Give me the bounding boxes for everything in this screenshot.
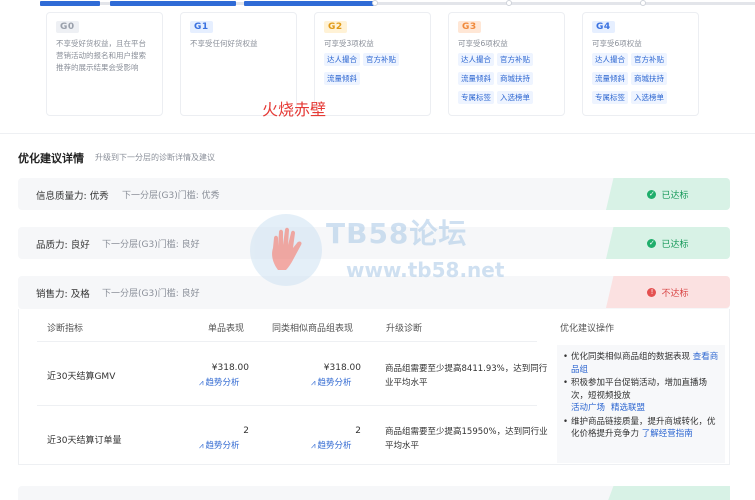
watermark-url: www.tb58.net <box>346 258 505 282</box>
advice-item: 优化同类相似商品组的数据表现 查看商品组 <box>563 351 719 376</box>
check-circle-icon: ✓ <box>647 189 657 199</box>
trend-chart-icon: ⩘ <box>199 441 204 450</box>
single-value: 2 <box>243 426 249 436</box>
progress-segment <box>110 1 236 6</box>
trend-link[interactable]: ⩘ 趋势分析 <box>199 376 240 388</box>
tier-cards: G0 不享受好货权益，且在平台营销活动的报名和用户搜索推荐的展示结果会受影响 G… <box>46 12 755 116</box>
trend-link[interactable]: ⩘ 趋势分析 <box>199 439 240 451</box>
benefit-tag: 专属标签 <box>592 91 628 104</box>
tier-card-g0: G0 不享受好货权益，且在平台营销活动的报名和用户搜索推荐的展示结果会受影响 <box>46 12 163 116</box>
progress-dot <box>372 0 378 6</box>
diagnosis-table: 诊断指标 单品表现 同类相似商品组表现 升级诊断 优化建议操作 近30天结算GM… <box>18 309 730 465</box>
table-header: 单品表现 <box>208 324 245 334</box>
status-label: 已达标 <box>661 239 689 250</box>
benefit-tag: 达人撮合 <box>592 53 628 66</box>
advice-panel: 优化同类相似商品组的数据表现 查看商品组 积极参加平台促销活动，增加直播场次，短… <box>557 345 725 463</box>
table-divider <box>37 341 537 342</box>
benefit-tag: 流量倾斜 <box>458 72 494 85</box>
benefit-tag: 流量倾斜 <box>592 72 628 85</box>
tier-card-g3: G3 可享受6项权益 达人撮合 官方补贴 流量倾斜 商城扶持 专属标签 入选榜单 <box>448 12 565 116</box>
activity-square-link[interactable]: 活动广场 <box>571 403 605 413</box>
benefit-tag: 流量倾斜 <box>324 72 360 85</box>
tier-badge: G2 <box>324 21 347 33</box>
table-header: 同类相似商品组表现 <box>272 324 354 334</box>
status-badge-fail: ! 不达标 <box>606 276 730 308</box>
progress-segment <box>244 1 374 6</box>
benefit-tag: 官方补贴 <box>631 53 667 66</box>
metric-threshold: 下一分层(G3)门槛: 良好 <box>102 289 200 299</box>
benefit-tag: 专属标签 <box>458 91 494 104</box>
diagnosis-text: 商品组需要至少提高8411.93%，达到同行业平均水平 <box>385 364 548 388</box>
watermark-title: TB58论坛 <box>326 217 468 250</box>
status-badge-pass: ✓ 已达标 <box>606 227 730 259</box>
tier-badge: G4 <box>592 21 615 33</box>
diagnosis-text: 商品组需要至少提高15950%，达到同行业平均水平 <box>385 427 548 451</box>
status-badge-pass <box>606 486 730 500</box>
benefit-tag: 入选榜单 <box>631 91 667 104</box>
benefit-tag: 商城扶持 <box>497 72 533 85</box>
table-divider <box>37 405 537 406</box>
group-value: 2 <box>355 426 361 436</box>
metric-cell: 近30天结算GMV <box>47 372 116 382</box>
single-value: ¥318.00 <box>211 363 249 373</box>
metric-threshold: 下一分层(G3)门槛: 优秀 <box>122 191 220 201</box>
benefit-tag: 官方补贴 <box>363 53 399 66</box>
tier-card-g2: G2 可享受3项权益 达人撮合 官方补贴 流量倾斜 <box>314 12 431 116</box>
section-subtitle: 升级到下一分层的诊断详情及建议 <box>95 153 215 162</box>
tier-desc: 可享受6项权益 <box>458 39 508 48</box>
metric-name: 销售力: 及格 <box>36 289 90 300</box>
tier-desc: 不享受好货权益，且在平台营销活动的报名和用户搜索推荐的展示结果会受影响 <box>56 39 146 72</box>
progress-dot <box>506 0 512 6</box>
tier-badge: G3 <box>458 21 481 33</box>
metric-threshold: 下一分层(G3)门槛: 良好 <box>102 240 200 250</box>
section-title: 优化建议详情 <box>18 152 84 165</box>
overlay-red-text: 火烧赤壁 <box>262 100 327 119</box>
tier-progress-bar <box>40 0 755 6</box>
metric-row-partial[interactable] <box>18 486 730 500</box>
metric-row-info-quality[interactable]: 信息质量力: 优秀 下一分层(G3)门槛: 优秀 ✓ 已达标 <box>18 178 730 210</box>
metric-cell: 近30天结算订单量 <box>47 436 122 446</box>
tier-badge: G1 <box>190 21 213 33</box>
hand-icon <box>272 227 302 270</box>
divider <box>0 133 755 134</box>
advice-item: 维护商品链接质量，提升商城转化，优化价格提升竞争力 了解经营指南 <box>563 416 719 441</box>
trend-chart-icon: ⩘ <box>311 441 316 450</box>
forum-watermark: TB58论坛 www.tb58.net <box>250 212 510 288</box>
warning-circle-icon: ! <box>647 287 657 297</box>
progress-segment <box>40 1 100 6</box>
benefit-tag: 入选榜单 <box>497 91 533 104</box>
table-header: 优化建议操作 <box>560 324 615 334</box>
tier-card-g4: G4 可享受6项权益 达人撮合 官方补贴 流量倾斜 商城扶持 专属标签 入选榜单 <box>582 12 699 116</box>
tier-desc: 可享受6项权益 <box>592 39 642 48</box>
status-label: 不达标 <box>661 288 689 299</box>
trend-link[interactable]: ⩘ 趋势分析 <box>311 376 352 388</box>
benefit-tag: 商城扶持 <box>631 72 667 85</box>
trend-chart-icon: ⩘ <box>311 378 316 387</box>
status-badge-pass: ✓ 已达标 <box>606 178 730 210</box>
tier-desc: 可享受3项权益 <box>324 39 374 48</box>
selected-alliance-link[interactable]: 精选联盟 <box>611 403 645 413</box>
group-value: ¥318.00 <box>323 363 361 373</box>
metric-name: 信息质量力: 优秀 <box>36 191 109 202</box>
table-header: 升级诊断 <box>386 324 423 334</box>
benefit-tag: 达人撮合 <box>458 53 494 66</box>
status-label: 已达标 <box>661 190 689 201</box>
business-guide-link[interactable]: 了解经营指南 <box>642 429 693 439</box>
advice-item: 积极参加平台促销活动，增加直播场次，短视频投放活动广场精选联盟 <box>563 377 719 415</box>
metric-name: 品质力: 良好 <box>36 240 90 251</box>
tier-badge: G0 <box>56 21 79 33</box>
trend-link[interactable]: ⩘ 趋势分析 <box>311 439 352 451</box>
benefit-tag: 官方补贴 <box>497 53 533 66</box>
tier-desc: 不享受任何好货权益 <box>190 39 258 48</box>
check-circle-icon: ✓ <box>647 238 657 248</box>
benefit-tag: 达人撮合 <box>324 53 360 66</box>
progress-dot <box>640 0 646 6</box>
trend-chart-icon: ⩘ <box>199 378 204 387</box>
table-header: 诊断指标 <box>47 324 84 334</box>
